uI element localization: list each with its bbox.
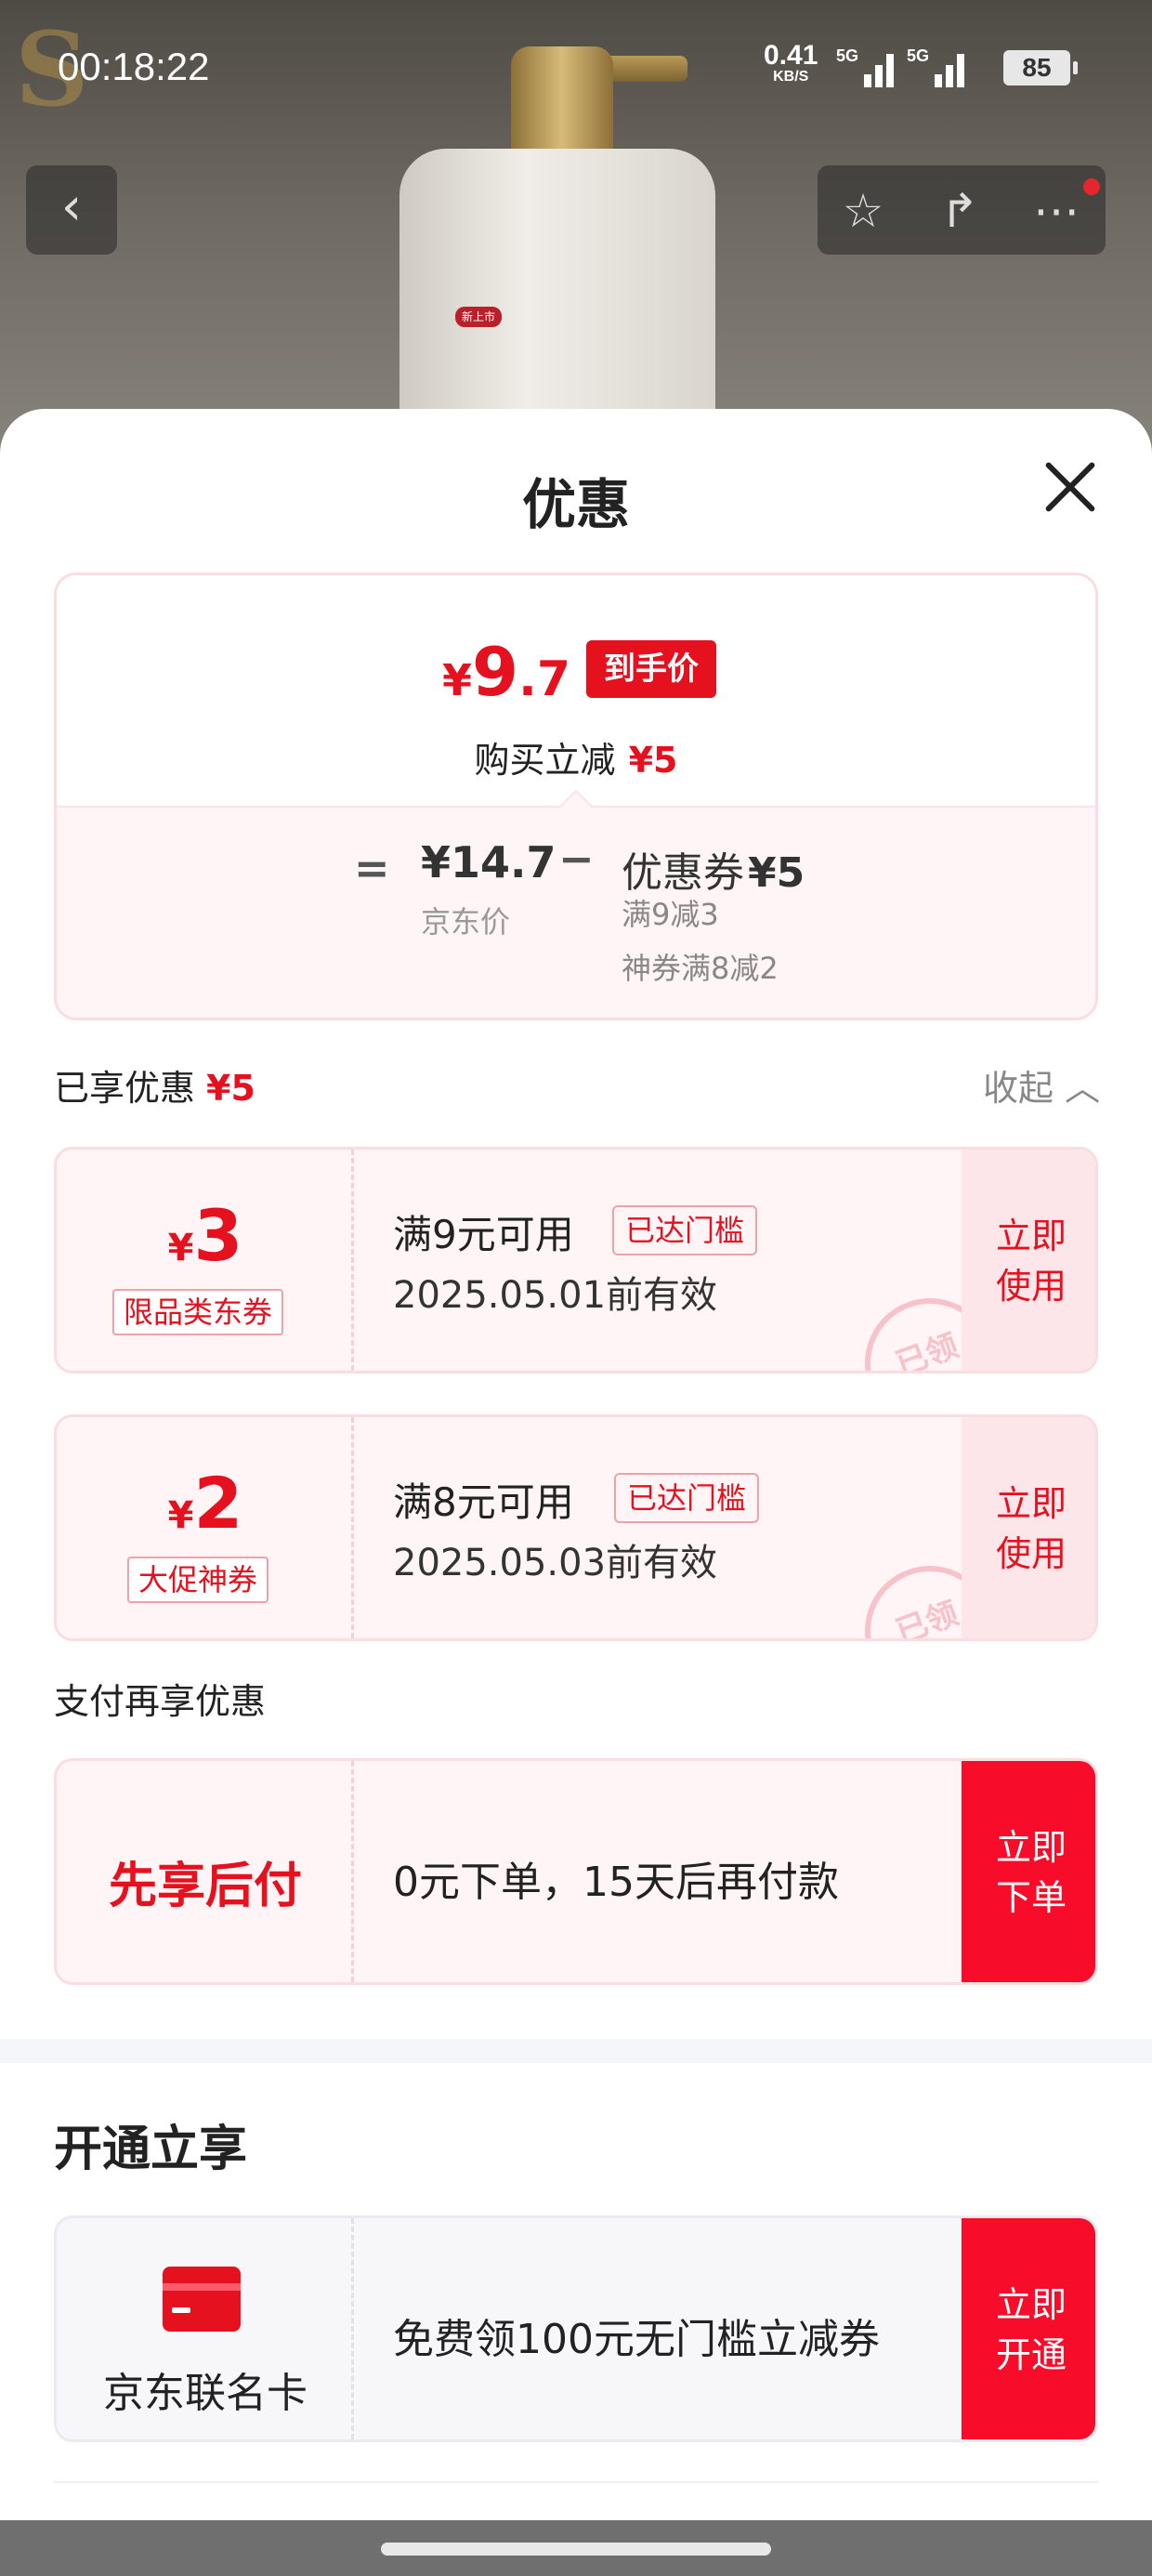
chevron-left-icon[interactable]: ‹ bbox=[26, 165, 117, 255]
home-indicator[interactable] bbox=[0, 2520, 1152, 2576]
card-desc: 免费领100元无门槛立减券 bbox=[393, 2316, 880, 2363]
final-price: ¥9.7 bbox=[442, 633, 571, 711]
price-summary: ¥9.7 到手价 购买立减 ¥5 = ¥14.7 京东价 − 优惠券¥5 满9减3… bbox=[54, 572, 1098, 1020]
open-section-title: 开通立享 bbox=[54, 2122, 248, 2177]
credit-card-icon bbox=[163, 2267, 241, 2332]
network-speed: 0.41 KB/S bbox=[764, 40, 818, 85]
share-icon[interactable]: ↱ bbox=[927, 178, 992, 243]
signal-icon: 5G bbox=[836, 46, 894, 87]
coupon-amount: ¥2 bbox=[167, 1462, 243, 1544]
collapse-button[interactable]: 收起 ︿ bbox=[983, 1059, 1100, 1111]
chevron-up-icon: ︿ bbox=[1065, 1068, 1101, 1109]
pay-later-name: 先享后付 bbox=[108, 1859, 302, 1914]
coupon-expiry: 2025.05.03前有效 bbox=[393, 1542, 718, 1584]
battery-icon: 85 bbox=[1003, 50, 1078, 85]
more-icon[interactable]: ⋯ bbox=[1024, 178, 1089, 243]
discount-sheet: 优惠 ¥9.7 到手价 购买立减 ¥5 = ¥14.7 京东价 − 优惠券¥5 满… bbox=[0, 409, 1152, 2520]
coupon-condition: 满9元可用 bbox=[393, 1212, 574, 1257]
coupon-amount: ¥3 bbox=[167, 1194, 243, 1277]
pay-section-title: 支付再享优惠 bbox=[54, 1681, 267, 1722]
final-price-tag: 到手价 bbox=[586, 640, 716, 698]
jd-price: ¥14.7 bbox=[421, 837, 556, 887]
open-card-button[interactable]: 立即 开通 bbox=[962, 2218, 1095, 2439]
status-time: 00:18:22 bbox=[58, 45, 210, 88]
top-actions: ☆ ↱ ⋯ bbox=[818, 165, 1106, 255]
sheet-title: 优惠 bbox=[521, 473, 630, 536]
pay-later-desc: 0元下单，15天后再付款 bbox=[393, 1859, 839, 1906]
signal-icon-2: 5G bbox=[907, 46, 964, 87]
save-line: 购买立减 ¥5 bbox=[474, 740, 678, 781]
star-icon[interactable]: ☆ bbox=[831, 178, 896, 243]
bottle-tag: 新上市 bbox=[455, 307, 502, 327]
coupon-condition: 满8元可用 bbox=[393, 1479, 574, 1525]
jd-price-label: 京东价 bbox=[421, 904, 511, 940]
enjoyed-discount: 已享优惠 ¥5 bbox=[54, 1068, 255, 1109]
coupon-expiry: 2025.05.01前有效 bbox=[393, 1274, 718, 1317]
close-icon[interactable] bbox=[1041, 457, 1100, 517]
coupon-total: 优惠券¥5 bbox=[622, 849, 805, 897]
coupon-kind: 大促神券 bbox=[127, 1557, 269, 1603]
notification-dot bbox=[1083, 178, 1100, 195]
coupon-detail-2: 神券满8减2 bbox=[622, 951, 779, 986]
coupon-detail-1: 满9减3 bbox=[622, 897, 719, 932]
coupon-kind: 限品类东券 bbox=[112, 1289, 284, 1335]
status-bar: 00:18:22 0.41 KB/S 5G 5G 85 bbox=[0, 0, 1152, 139]
minus-sign: − bbox=[558, 834, 595, 884]
order-now-button[interactable]: 立即 下单 bbox=[962, 1761, 1095, 1982]
cobrand-card: 京东联名卡 免费领100元无门槛立减券 立即 开通 bbox=[54, 2215, 1098, 2442]
threshold-badge: 已达门槛 bbox=[614, 1473, 760, 1523]
use-coupon-button[interactable]: 立即 使用 bbox=[962, 1150, 1095, 1371]
bottom-divider bbox=[54, 2481, 1098, 2483]
pay-later-card: 先享后付 0元下单，15天后再付款 立即 下单 bbox=[54, 1758, 1098, 1985]
card-name: 京东联名卡 bbox=[103, 2370, 308, 2417]
use-coupon-button[interactable]: 立即 使用 bbox=[962, 1417, 1095, 1638]
coupon-card: ¥3 限品类东券 满9元可用 已达门槛 2025.05.01前有效 已领 立即使… bbox=[54, 1147, 1098, 1373]
threshold-badge: 已达门槛 bbox=[612, 1205, 758, 1255]
coupon-card: ¥2 大促神券 满8元可用 已达门槛 2025.05.03前有效 已领 立即 使用 bbox=[54, 1414, 1098, 1641]
section-divider bbox=[0, 2039, 1152, 2063]
equals-sign: = bbox=[354, 843, 390, 893]
